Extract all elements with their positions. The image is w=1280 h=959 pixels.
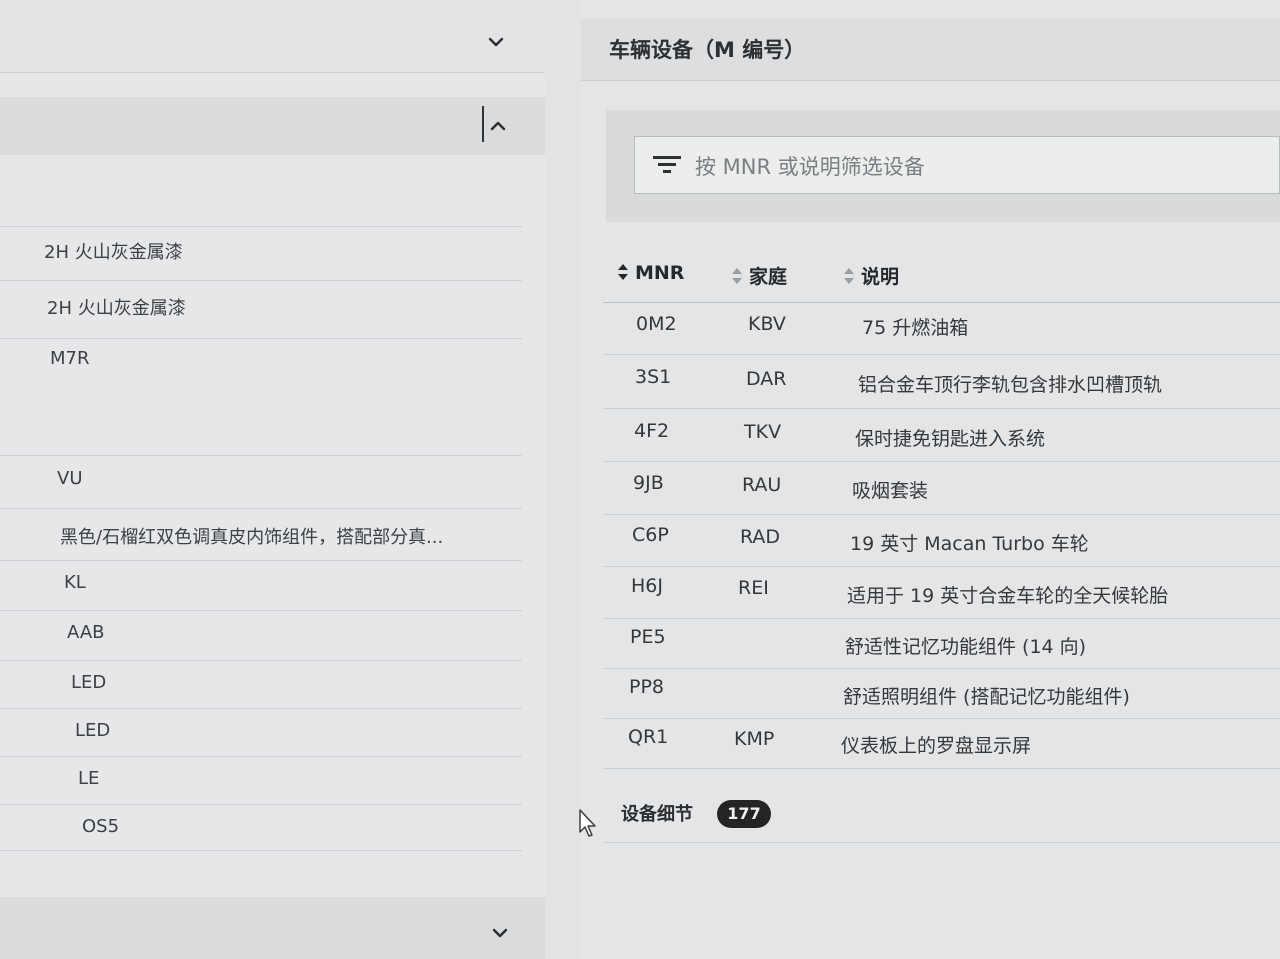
left-value-code: M7R [50,348,90,369]
row-divider [603,566,1280,567]
row-divider [0,660,522,661]
cell-mnr: H6J [631,575,663,597]
cell-description: 75 升燃油箱 [862,317,969,339]
filter-area: 按 MNR 或说明筛选设备 [606,110,1280,222]
header-divider [603,302,1280,303]
column-header-description[interactable]: 说明 [843,262,899,289]
cell-family: REI [738,577,769,599]
row-divider [603,618,1280,619]
row-divider [603,461,1280,462]
filter-placeholder: 按 MNR 或说明筛选设备 [695,155,925,179]
row-divider [0,338,522,339]
left-value-exterior-color: 2H 火山灰金属漆 [44,242,183,263]
panel-header: 车辆设备（M 编号） [581,18,1280,81]
cell-mnr: 3S1 [635,366,672,388]
equipment-count-badge: 177 [717,800,771,828]
left-value-code: AAB [67,622,105,643]
cell-family: TKV [744,421,782,443]
row-divider [603,718,1280,719]
cell-mnr: 0M2 [636,313,677,335]
row-divider [0,226,522,227]
vehicle-equipment-panel: 车辆设备（M 编号） 按 MNR 或说明筛选设备 MNR 家庭 说明 0M2 K… [581,0,1280,959]
cell-family: RAU [742,474,782,496]
row-divider [603,768,1280,769]
row-divider [0,560,522,561]
sort-icon [844,268,854,284]
row-divider [603,668,1280,669]
row-divider [603,514,1280,515]
cell-mnr: 4F2 [634,420,670,442]
row-divider [0,804,522,805]
row-divider [0,708,522,709]
cell-description: 19 英寸 Macan Turbo 车轮 [850,533,1089,555]
row-divider [0,280,522,281]
cell-description: 适用于 19 英寸合金车轮的全天候轮胎 [847,585,1169,607]
row-divider [0,756,522,757]
column-header-label: MNR [635,262,685,284]
cell-family: RAD [740,526,781,548]
chevron-up-icon[interactable] [490,118,506,134]
cell-mnr: QR1 [628,726,669,748]
panel-gap [545,0,581,959]
cell-mnr: PE5 [630,626,666,648]
row-divider [0,508,522,509]
column-header-label: 说明 [861,266,900,288]
cell-description: 铝合金车顶行李轨包含排水凹槽顶轨 [858,374,1163,396]
chevron-down-icon[interactable] [488,34,504,50]
left-section-header[interactable] [0,0,545,73]
chevron-down-icon[interactable] [492,925,508,941]
left-value-exterior-color-2: 2H 火山灰金属漆 [47,298,186,319]
panel-title: 车辆设备（M 编号） [609,38,806,62]
left-subsection-header[interactable] [0,97,545,155]
cell-description: 吸烟套装 [852,480,929,502]
left-value-code: LED [71,672,107,693]
cell-mnr: 9JB [633,472,664,494]
row-divider [0,610,522,611]
cell-family: KMP [734,728,775,750]
column-header-family[interactable]: 家庭 [731,262,787,289]
filter-icon [651,153,683,177]
cell-family: DAR [746,368,787,390]
cell-mnr: C6P [632,524,669,546]
cell-description: 保时捷免钥匙进入系统 [855,428,1046,450]
row-divider [0,850,522,851]
cell-description: 舒适性记忆功能组件 (14 向) [845,636,1087,658]
filter-input[interactable]: 按 MNR 或说明筛选设备 [634,136,1280,194]
column-header-label: 家庭 [749,266,788,288]
header-divider [482,106,484,142]
cell-mnr: PP8 [629,676,665,698]
sort-icon [732,268,742,284]
equipment-details-label[interactable]: 设备细节 [621,800,693,826]
cell-description: 舒适照明组件 (搭配记忆功能组件) [843,686,1130,708]
left-value-code: OS5 [82,816,120,837]
mouse-cursor-icon [579,809,596,837]
row-divider [0,455,522,456]
left-panel: 2H 火山灰金属漆 2H 火山灰金属漆 M7R VU 黑色/石榴红双色调真皮内饰… [0,0,545,959]
column-header-mnr[interactable]: MNR [617,262,684,284]
row-divider [603,354,1280,355]
left-value-code: LE [78,768,100,789]
left-value-code: LED [75,720,111,741]
left-value-code: KL [64,572,86,593]
sort-icon [618,264,628,280]
row-divider [603,408,1280,409]
cell-family: KBV [748,313,786,335]
left-value-code: VU [57,468,83,489]
cell-description: 仪表板上的罗盘显示屏 [841,735,1032,757]
row-divider [603,842,1280,843]
left-section-footer[interactable] [0,897,545,959]
left-value-interior: 黑色/石榴红双色调真皮内饰组件，搭配部分真... [60,527,444,548]
